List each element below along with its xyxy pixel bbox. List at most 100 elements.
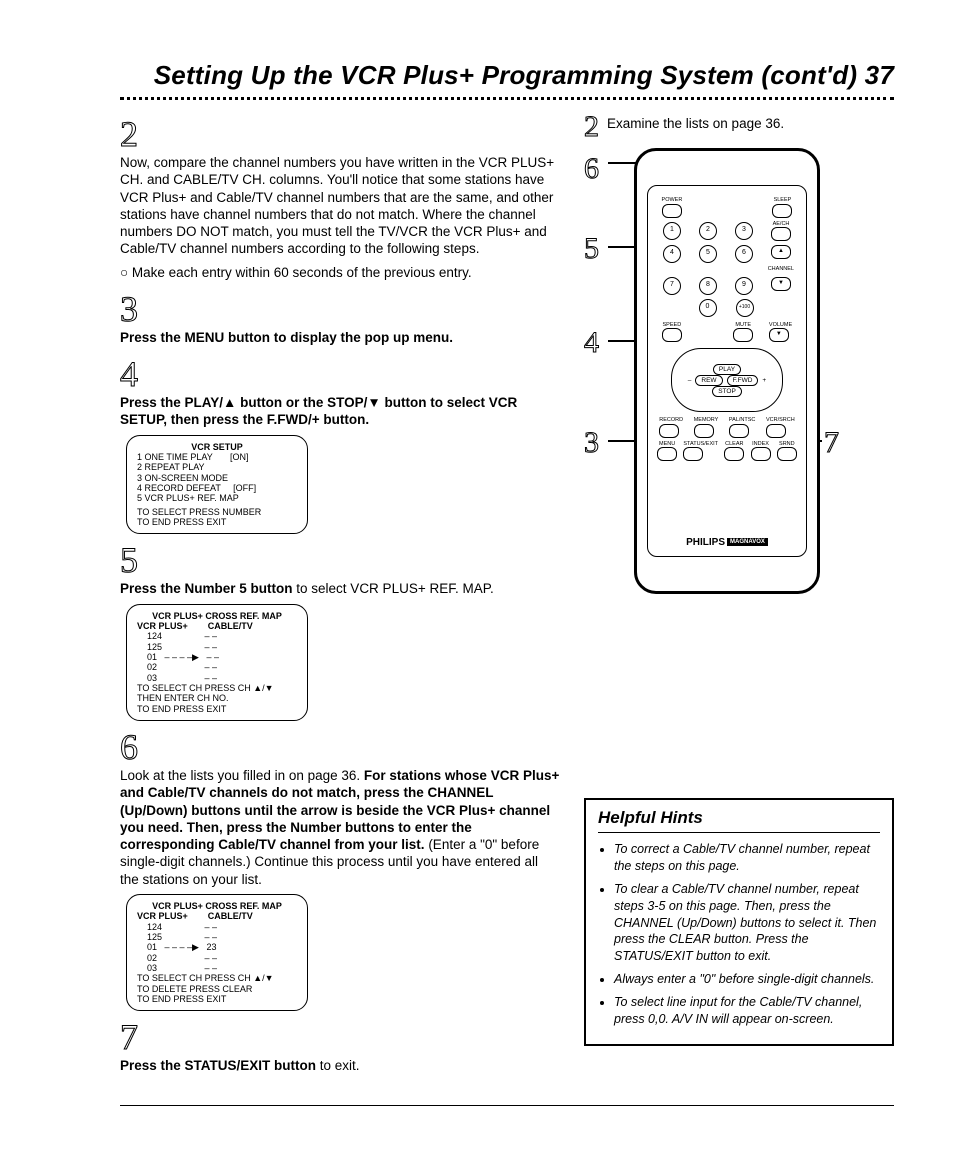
step-2-note: ○ Make each entry within 60 seconds of t… bbox=[120, 264, 560, 281]
number-9-button[interactable]: 9 bbox=[735, 277, 753, 295]
remote-button-panel: POWER SLEEP 1 2 3 bbox=[647, 185, 807, 557]
menu-button[interactable] bbox=[657, 447, 677, 461]
screen3-line1: 124 – – bbox=[137, 922, 297, 932]
page-title: Setting Up the VCR Plus+ Programming Sys… bbox=[120, 60, 894, 91]
screen3-line3: 01 – – – –▶ 23 bbox=[137, 942, 297, 952]
number-3-button[interactable]: 3 bbox=[735, 222, 753, 240]
right-step-2-text: Examine the lists on page 36. bbox=[607, 112, 784, 131]
callout-6: 6 bbox=[584, 152, 599, 186]
step-2-paragraph: Now, compare the channel numbers you hav… bbox=[120, 154, 560, 258]
right-step-2-number: 2 bbox=[584, 112, 599, 142]
palntsc-label: PAL/NTSC bbox=[729, 418, 756, 424]
record-button[interactable] bbox=[659, 424, 679, 438]
brand-philips: PHILIPS bbox=[686, 537, 725, 548]
step-5-rest: to select VCR PLUS+ REF. MAP. bbox=[293, 581, 494, 596]
number-5-button[interactable]: 5 bbox=[699, 245, 717, 263]
screen1-line1: 1 ONE TIME PLAY [ON] bbox=[137, 452, 297, 462]
number-2-button[interactable]: 2 bbox=[699, 222, 717, 240]
memory-label: MEMORY bbox=[694, 418, 719, 424]
hints-title: Helpful Hints bbox=[598, 808, 880, 833]
screen2-line2: 125 – – bbox=[137, 642, 297, 652]
channel-down-button[interactable]: ▼ bbox=[771, 277, 791, 291]
rew-button[interactable]: REW bbox=[695, 375, 722, 386]
ref-map-screen-1: VCR PLUS+ CROSS REF. MAP VCR PLUS+ CABLE… bbox=[126, 604, 308, 721]
volume-down-button[interactable]: ▼ bbox=[769, 328, 789, 342]
screen1-line5: 5 VCR PLUS+ REF. MAP bbox=[137, 493, 297, 503]
callout-4: 4 bbox=[584, 326, 599, 360]
screen2-line1: 124 – – bbox=[137, 631, 297, 641]
screen1-footer1: TO SELECT PRESS NUMBER bbox=[137, 507, 297, 517]
footer-divider bbox=[120, 1105, 894, 1106]
number-0-button[interactable]: 0 bbox=[699, 299, 717, 317]
volume-label: VOLUME bbox=[769, 323, 792, 329]
step-7-bold: Press the STATUS/EXIT button bbox=[120, 1058, 316, 1073]
step-5-text: Press the Number 5 button to select VCR … bbox=[120, 580, 560, 597]
channel-up-button[interactable]: ▲ bbox=[771, 245, 791, 259]
manual-page: Setting Up the VCR Plus+ Programming Sys… bbox=[0, 0, 954, 1146]
hint-2: To clear a Cable/TV channel number, repe… bbox=[614, 881, 880, 965]
aech-button[interactable] bbox=[771, 227, 791, 241]
callout-5: 5 bbox=[584, 232, 599, 266]
step-4-text: Press the PLAY/▲ button or the STOP/▼ bu… bbox=[120, 394, 560, 429]
right-column: 2 Examine the lists on page 36. 6 5 4 3 … bbox=[584, 112, 894, 1081]
callout-3: 3 bbox=[584, 426, 599, 460]
mute-label: MUTE bbox=[733, 323, 753, 329]
screen3-footer1: TO SELECT CH PRESS CH ▲/▼ bbox=[137, 973, 297, 983]
status-exit-label: STATUS/EXIT bbox=[683, 442, 718, 448]
screen3-footer2: TO DELETE PRESS CLEAR bbox=[137, 984, 297, 994]
number-7-button[interactable]: 7 bbox=[663, 277, 681, 295]
hint-1: To correct a Cable/TV channel number, re… bbox=[614, 841, 880, 875]
ref-map-screen-2: VCR PLUS+ CROSS REF. MAP VCR PLUS+ CABLE… bbox=[126, 894, 308, 1011]
speed-button[interactable] bbox=[662, 328, 682, 342]
hint-4: To select line input for the Cable/TV ch… bbox=[614, 994, 880, 1028]
index-button[interactable] bbox=[751, 447, 771, 461]
screen2-line3: 01 – – – –▶ – – bbox=[137, 652, 297, 662]
step-3-number: 3 bbox=[120, 291, 138, 327]
remote-outline: POWER SLEEP 1 2 3 bbox=[634, 148, 820, 594]
screen3-footer3: TO END PRESS EXIT bbox=[137, 994, 297, 1004]
screen3-sub: VCR PLUS+ CABLE/TV bbox=[137, 911, 297, 921]
mute-button[interactable] bbox=[733, 328, 753, 342]
left-column: 2 Now, compare the channel numbers you h… bbox=[120, 112, 560, 1081]
screen2-line5: 03 – – bbox=[137, 673, 297, 683]
step-6-text: Look at the lists you filled in on page … bbox=[120, 767, 560, 888]
number-8-button[interactable]: 8 bbox=[699, 277, 717, 295]
hint-3: Always enter a "0" before single-digit c… bbox=[614, 971, 880, 988]
number-4-button[interactable]: 4 bbox=[663, 245, 681, 263]
remote-diagram: 6 5 4 3 7 POWER bbox=[584, 148, 894, 608]
vcrsrch-button[interactable] bbox=[766, 424, 786, 438]
two-column-layout: 2 Now, compare the channel numbers you h… bbox=[120, 112, 894, 1081]
brand-magnavox: MAGNAVOX bbox=[727, 538, 768, 546]
power-button[interactable] bbox=[662, 204, 682, 218]
memory-button[interactable] bbox=[694, 424, 714, 438]
screen3-line2: 125 – – bbox=[137, 932, 297, 942]
screen2-footer3: TO END PRESS EXIT bbox=[137, 704, 297, 714]
palntsc-button[interactable] bbox=[729, 424, 749, 438]
step-7-rest: to exit. bbox=[316, 1058, 360, 1073]
screen2-footer1: TO SELECT CH PRESS CH ▲/▼ bbox=[137, 683, 297, 693]
number-6-button[interactable]: 6 bbox=[735, 245, 753, 263]
screen3-line4: 02 – – bbox=[137, 953, 297, 963]
play-button[interactable]: PLAY bbox=[713, 364, 741, 375]
number-1-button[interactable]: 1 bbox=[663, 222, 681, 240]
screen1-line3: 3 ON-SCREEN MODE bbox=[137, 473, 297, 483]
plus-icon: + bbox=[762, 377, 766, 384]
sleep-button[interactable] bbox=[772, 204, 792, 218]
srnd-label: SRND bbox=[777, 442, 797, 448]
clear-button[interactable] bbox=[724, 447, 744, 461]
vcrsrch-label: VCR/SRCH bbox=[766, 418, 795, 424]
screen1-line4: 4 RECORD DEFEAT [OFF] bbox=[137, 483, 297, 493]
srnd-button[interactable] bbox=[777, 447, 797, 461]
speed-label: SPEED bbox=[662, 323, 682, 329]
step-5-number: 5 bbox=[120, 542, 138, 578]
transport-cluster: PLAY – REW F.FWD + STOP bbox=[671, 348, 783, 412]
plus-100-button[interactable]: +100 bbox=[736, 299, 754, 317]
minus-icon: – bbox=[688, 377, 692, 384]
channel-label: CHANNEL bbox=[654, 267, 794, 273]
status-exit-button[interactable] bbox=[683, 447, 703, 461]
stop-button[interactable]: STOP bbox=[712, 386, 742, 397]
ffwd-button[interactable]: F.FWD bbox=[727, 375, 759, 386]
screen3-line5: 03 – – bbox=[137, 963, 297, 973]
screen2-line4: 02 – – bbox=[137, 662, 297, 672]
step-2-number: 2 bbox=[120, 116, 138, 152]
